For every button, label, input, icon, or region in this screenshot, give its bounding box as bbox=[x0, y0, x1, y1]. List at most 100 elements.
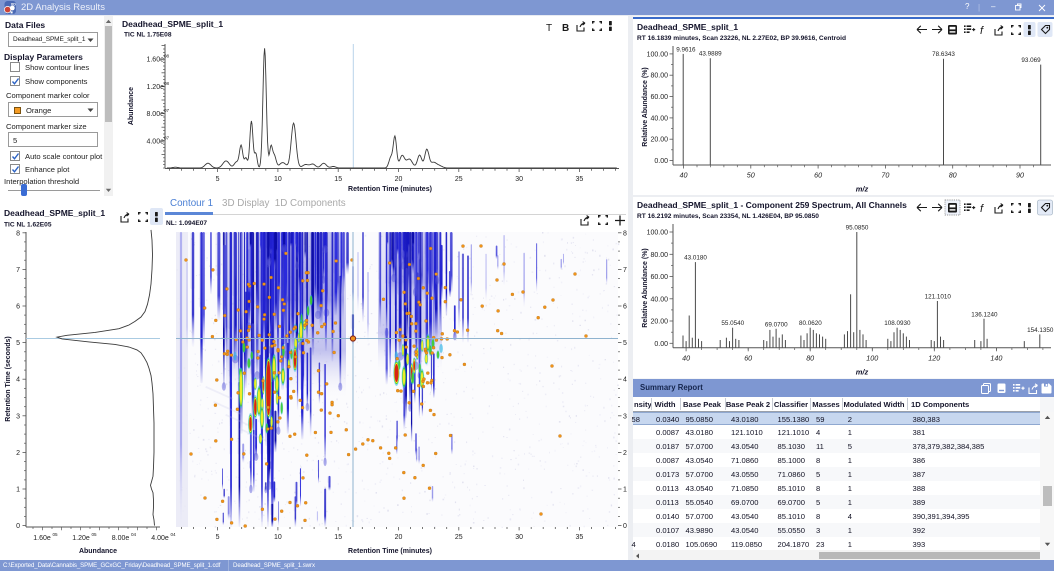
svg-text:3: 3 bbox=[623, 413, 627, 420]
svg-text:35: 35 bbox=[576, 534, 584, 541]
svg-text:6: 6 bbox=[623, 304, 627, 311]
svg-text:5: 5 bbox=[16, 340, 20, 347]
svg-text:80: 80 bbox=[806, 353, 814, 362]
svg-text:2: 2 bbox=[16, 450, 20, 457]
svg-text:100.00: 100.00 bbox=[647, 230, 669, 237]
svg-text:10: 10 bbox=[274, 534, 282, 541]
svg-text:0: 0 bbox=[16, 523, 20, 530]
svg-text:108.0930: 108.0930 bbox=[884, 320, 911, 327]
svg-text:Relative Abundance (%): Relative Abundance (%) bbox=[642, 67, 649, 146]
svg-text:1: 1 bbox=[623, 487, 627, 494]
svg-text:05: 05 bbox=[53, 532, 59, 537]
svg-text:RT 16.2192 minutes, Scan 23354: RT 16.2192 minutes, Scan 23354, NL 1.426… bbox=[637, 213, 819, 220]
svg-text:154.1350: 154.1350 bbox=[1027, 327, 1054, 334]
svg-text:7: 7 bbox=[16, 267, 20, 274]
svg-text:05: 05 bbox=[92, 532, 98, 537]
svg-text:Abundance: Abundance bbox=[128, 87, 135, 125]
svg-text:Deadhead_SPME_split_1: Deadhead_SPME_split_1 bbox=[122, 19, 223, 29]
svg-text:2: 2 bbox=[623, 450, 627, 457]
svg-text:1.20e: 1.20e bbox=[72, 535, 90, 542]
svg-text:m/z: m/z bbox=[856, 367, 869, 376]
svg-text:80.00: 80.00 bbox=[650, 73, 668, 80]
svg-text:0.00: 0.00 bbox=[654, 158, 668, 165]
svg-text:60.00: 60.00 bbox=[650, 274, 668, 281]
svg-text:Retention Time (seconds): Retention Time (seconds) bbox=[5, 336, 12, 421]
svg-text:40.00: 40.00 bbox=[650, 296, 668, 303]
svg-text:6: 6 bbox=[16, 304, 20, 311]
svg-text:0: 0 bbox=[623, 523, 627, 530]
svg-text:69.0700: 69.0700 bbox=[765, 321, 788, 328]
svg-text:78.6343: 78.6343 bbox=[932, 51, 955, 58]
svg-text:5: 5 bbox=[623, 340, 627, 347]
svg-text:Abundance: Abundance bbox=[79, 548, 117, 555]
svg-text:30: 30 bbox=[515, 176, 523, 183]
svg-text:60: 60 bbox=[744, 353, 752, 362]
svg-text:60: 60 bbox=[814, 171, 822, 180]
svg-text:140: 140 bbox=[990, 353, 1002, 362]
svg-text:08: 08 bbox=[164, 81, 170, 86]
svg-text:f: f bbox=[980, 203, 984, 215]
svg-text:80.0620: 80.0620 bbox=[799, 320, 822, 327]
svg-text:Retention Time (minutes): Retention Time (minutes) bbox=[348, 186, 432, 193]
svg-text:136.1240: 136.1240 bbox=[971, 311, 998, 318]
svg-text:7: 7 bbox=[623, 267, 627, 274]
svg-text:10: 10 bbox=[274, 176, 282, 183]
svg-text:40.00: 40.00 bbox=[650, 115, 668, 122]
svg-text:9.9616: 9.9616 bbox=[676, 46, 696, 53]
svg-text:8: 8 bbox=[623, 230, 627, 237]
svg-text:1: 1 bbox=[16, 487, 20, 494]
svg-text:90: 90 bbox=[1016, 171, 1024, 180]
svg-text:121.1010: 121.1010 bbox=[925, 294, 952, 301]
svg-text:RT 16.1839 minutes, Scan 23226: RT 16.1839 minutes, Scan 23226, NL 2.27E… bbox=[637, 35, 846, 42]
svg-text:NL: 1.094E07: NL: 1.094E07 bbox=[166, 220, 207, 227]
svg-text:4: 4 bbox=[623, 377, 627, 384]
svg-text:100.00: 100.00 bbox=[647, 51, 669, 58]
svg-text:25: 25 bbox=[455, 176, 463, 183]
svg-text:04: 04 bbox=[171, 532, 177, 537]
svg-text:1.60e: 1.60e bbox=[146, 57, 164, 64]
svg-text:43.0180: 43.0180 bbox=[684, 255, 707, 262]
svg-text:20: 20 bbox=[395, 534, 403, 541]
svg-text:15: 15 bbox=[334, 176, 342, 183]
svg-text:TIC NL 1.75E08: TIC NL 1.75E08 bbox=[124, 32, 172, 39]
svg-text:5: 5 bbox=[216, 534, 220, 541]
svg-text:T: T bbox=[546, 23, 552, 34]
svg-text:20.00: 20.00 bbox=[650, 137, 668, 144]
svg-text:70: 70 bbox=[881, 171, 889, 180]
svg-text:120: 120 bbox=[928, 353, 940, 362]
svg-text:Deadhead_SPME_split_1 - Compon: Deadhead_SPME_split_1 - Component 259 Sp… bbox=[637, 200, 907, 210]
svg-text:04: 04 bbox=[131, 532, 137, 537]
svg-text:4.00e: 4.00e bbox=[146, 138, 164, 145]
svg-text:43.9889: 43.9889 bbox=[699, 51, 722, 58]
svg-text:40: 40 bbox=[680, 171, 688, 180]
svg-text:20.00: 20.00 bbox=[650, 319, 668, 326]
svg-text:80.00: 80.00 bbox=[650, 252, 668, 259]
svg-text:8: 8 bbox=[16, 230, 20, 237]
svg-text:3: 3 bbox=[16, 413, 20, 420]
svg-text:XD: XD bbox=[11, 3, 16, 7]
svg-text:20: 20 bbox=[395, 176, 403, 183]
svg-text:35: 35 bbox=[576, 176, 584, 183]
svg-text:0.00: 0.00 bbox=[654, 341, 668, 348]
svg-text:8.00e: 8.00e bbox=[146, 111, 164, 118]
svg-text:Deadhead_SPME_split_1: Deadhead_SPME_split_1 bbox=[4, 208, 105, 218]
svg-text:30: 30 bbox=[515, 534, 523, 541]
svg-text:60.00: 60.00 bbox=[650, 94, 668, 101]
svg-text:07: 07 bbox=[164, 135, 170, 140]
svg-text:8.00e: 8.00e bbox=[112, 535, 130, 542]
svg-text:Deadhead_SPME_split_1: Deadhead_SPME_split_1 bbox=[637, 22, 738, 32]
svg-text:m/z: m/z bbox=[856, 185, 869, 194]
svg-text:07: 07 bbox=[164, 108, 170, 113]
svg-text:80: 80 bbox=[949, 171, 957, 180]
svg-text:25: 25 bbox=[455, 534, 463, 541]
svg-text:4: 4 bbox=[16, 377, 20, 384]
svg-text:50: 50 bbox=[747, 171, 755, 180]
svg-text:5: 5 bbox=[216, 176, 220, 183]
svg-text:95.0850: 95.0850 bbox=[846, 225, 869, 232]
svg-text:15: 15 bbox=[334, 534, 342, 541]
svg-text:TIC NL 1.62E05: TIC NL 1.62E05 bbox=[4, 222, 52, 229]
svg-text:B: B bbox=[562, 23, 569, 34]
svg-text:f: f bbox=[980, 25, 984, 37]
svg-text:1.20e: 1.20e bbox=[146, 84, 164, 91]
svg-text:100: 100 bbox=[866, 353, 878, 362]
